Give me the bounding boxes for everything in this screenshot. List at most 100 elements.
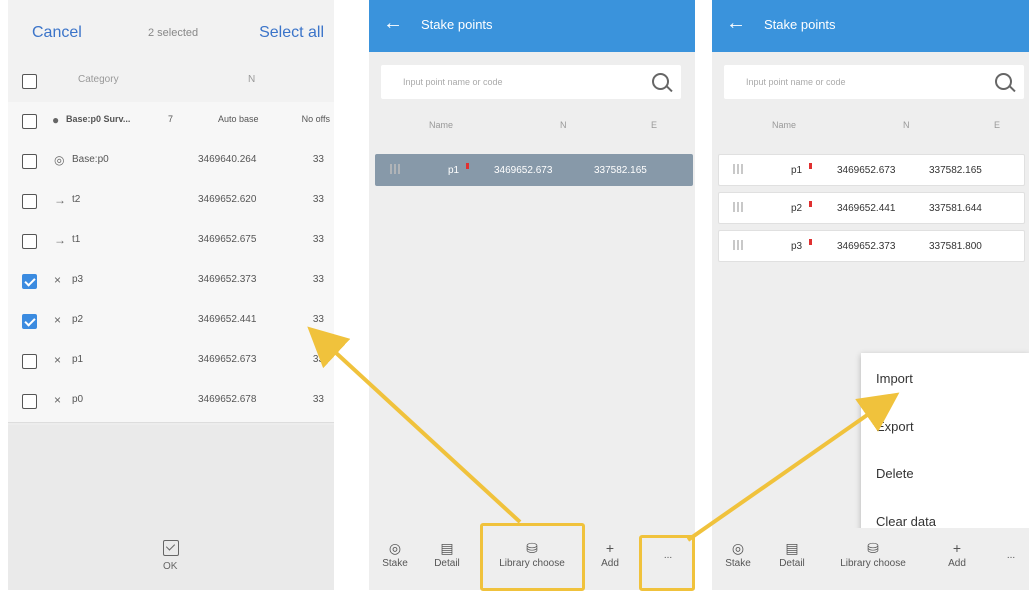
point-name: p0	[72, 394, 84, 405]
point-name: t1	[72, 234, 81, 245]
selected-count: 2 selected	[148, 27, 199, 39]
point-e: 33	[312, 234, 324, 245]
table-row[interactable]: → t2 3469652.620 33	[8, 182, 334, 223]
table-row[interactable]: × p3 3469652.373 33	[8, 262, 334, 303]
page-title: Stake points	[764, 17, 836, 32]
point-type-icon: →	[54, 233, 66, 247]
point-n: 3469652.675	[198, 234, 257, 245]
row-checkbox[interactable]	[22, 154, 37, 169]
point-n: 3469652.441	[198, 314, 257, 325]
row-checkbox[interactable]	[22, 314, 37, 329]
group-offset: No offs	[301, 114, 330, 124]
menu-item-import[interactable]: Import	[876, 371, 913, 386]
location-icon: ◎	[388, 540, 402, 556]
search-input[interactable]: Input point name or code	[724, 65, 1024, 99]
n-column: N	[560, 120, 567, 130]
e-column: E	[994, 120, 1001, 130]
table-row[interactable]: → t1 3469652.675 33	[8, 222, 334, 263]
point-n: 3469652.673	[837, 165, 896, 176]
point-e: 337581.800	[929, 241, 982, 252]
table-row[interactable]: × p0 3469652.678 33	[8, 382, 334, 423]
search-icon[interactable]	[652, 73, 669, 90]
back-arrow-icon[interactable]: ←	[383, 12, 403, 35]
column-headers: Name N E	[712, 120, 1029, 140]
check-icon[interactable]	[163, 540, 179, 556]
library-choose-button[interactable]: ⛁ Library choose	[828, 538, 918, 569]
search-icon[interactable]	[995, 73, 1012, 90]
add-button[interactable]: + Add	[942, 538, 972, 569]
search-input[interactable]: Input point name or code	[381, 65, 681, 99]
point-type-icon: ×	[54, 353, 62, 367]
table-row[interactable]: × p1 3469652.673 33	[8, 342, 334, 383]
point-type-icon: ×	[54, 273, 62, 287]
stake-button[interactable]: ◎ Stake	[720, 538, 756, 569]
point-name: Base:p0	[72, 154, 109, 165]
group-icon: ●	[52, 113, 60, 127]
point-e: 33	[312, 274, 324, 285]
back-arrow-icon[interactable]: ←	[726, 12, 746, 35]
group-checkbox[interactable]	[22, 114, 37, 129]
table-row[interactable]: p1 3469652.673 337582.165	[375, 154, 693, 186]
point-e: 33	[312, 354, 324, 365]
point-e: 33	[312, 314, 324, 325]
app-bar: ← Stake points	[712, 0, 1029, 52]
library-label: Library choose	[840, 558, 906, 569]
name-column: Name	[429, 120, 454, 130]
table-row[interactable]: ◎ Base:p0 3469640.264 33	[8, 142, 334, 183]
point-n: 3469652.673	[494, 165, 553, 176]
point-e: 337581.644	[929, 203, 982, 214]
cancel-button[interactable]: Cancel	[32, 24, 82, 42]
ok-button[interactable]: OK	[163, 561, 177, 572]
table-row[interactable]: p1 3469652.673 337582.165	[718, 154, 1025, 186]
point-name: p3	[72, 274, 84, 285]
more-button[interactable]: ...	[996, 550, 1026, 561]
menu-item-delete[interactable]: Delete	[876, 466, 914, 481]
flag-icon	[809, 239, 812, 245]
point-type-icon: →	[54, 193, 66, 207]
group-row[interactable]: ● Base:p0 Surv... 7 Auto base No offs	[8, 102, 334, 143]
app-bar: ← Stake points	[369, 0, 695, 52]
bottom-toolbar: ◎ Stake ▤ Detail ⛁ Library choose + Add ...	[712, 528, 1029, 590]
detail-label: Detail	[434, 558, 460, 569]
table-row[interactable]: × p2 3469652.441 33	[8, 302, 334, 343]
search-placeholder: Input point name or code	[746, 77, 846, 87]
point-name: p1	[448, 165, 460, 176]
stake-button[interactable]: ◎ Stake	[377, 538, 413, 569]
header-checkbox[interactable]	[22, 74, 37, 89]
database-icon: ⛁	[867, 540, 879, 556]
column-headers: Name N E	[369, 120, 695, 140]
n-header: N	[248, 74, 256, 85]
add-button[interactable]: + Add	[595, 538, 625, 569]
detail-button[interactable]: ▤ Detail	[427, 538, 467, 569]
detail-label: Detail	[779, 558, 805, 569]
table-row[interactable]: p2 3469652.441 337581.644	[718, 192, 1025, 224]
point-e: 33	[312, 194, 324, 205]
detail-button[interactable]: ▤ Detail	[772, 538, 812, 569]
drag-handle-icon[interactable]	[733, 164, 745, 174]
flag-icon	[466, 163, 469, 169]
select-points-panel: Cancel 2 selected Select all Category N …	[8, 0, 334, 590]
drag-handle-icon[interactable]	[733, 202, 745, 212]
table-row[interactable]: p3 3469652.373 337581.800	[718, 230, 1025, 262]
point-type-icon: ×	[54, 393, 62, 407]
row-checkbox[interactable]	[22, 274, 37, 289]
row-checkbox[interactable]	[22, 354, 37, 369]
select-all-button[interactable]: Select all	[259, 24, 324, 42]
stake-points-screen-empty: ← Stake points Input point name or code …	[369, 0, 695, 590]
menu-item-clear-data[interactable]: Clear data	[876, 514, 936, 529]
point-n: 3469652.620	[198, 194, 257, 205]
page-title: Stake points	[421, 17, 493, 32]
menu-item-export[interactable]: Export	[876, 419, 914, 434]
n-column: N	[903, 120, 910, 130]
drag-handle-icon[interactable]	[390, 164, 402, 174]
plus-icon: +	[605, 540, 615, 556]
drag-handle-icon[interactable]	[733, 240, 745, 250]
row-checkbox[interactable]	[22, 194, 37, 209]
group-count: 7	[168, 114, 174, 124]
point-e: 33	[312, 394, 324, 405]
row-checkbox[interactable]	[22, 394, 37, 409]
selection-header: Cancel 2 selected Select all	[8, 0, 334, 62]
point-n: 3469640.264	[198, 154, 257, 165]
row-checkbox[interactable]	[22, 234, 37, 249]
point-n: 3469652.673	[198, 354, 257, 365]
